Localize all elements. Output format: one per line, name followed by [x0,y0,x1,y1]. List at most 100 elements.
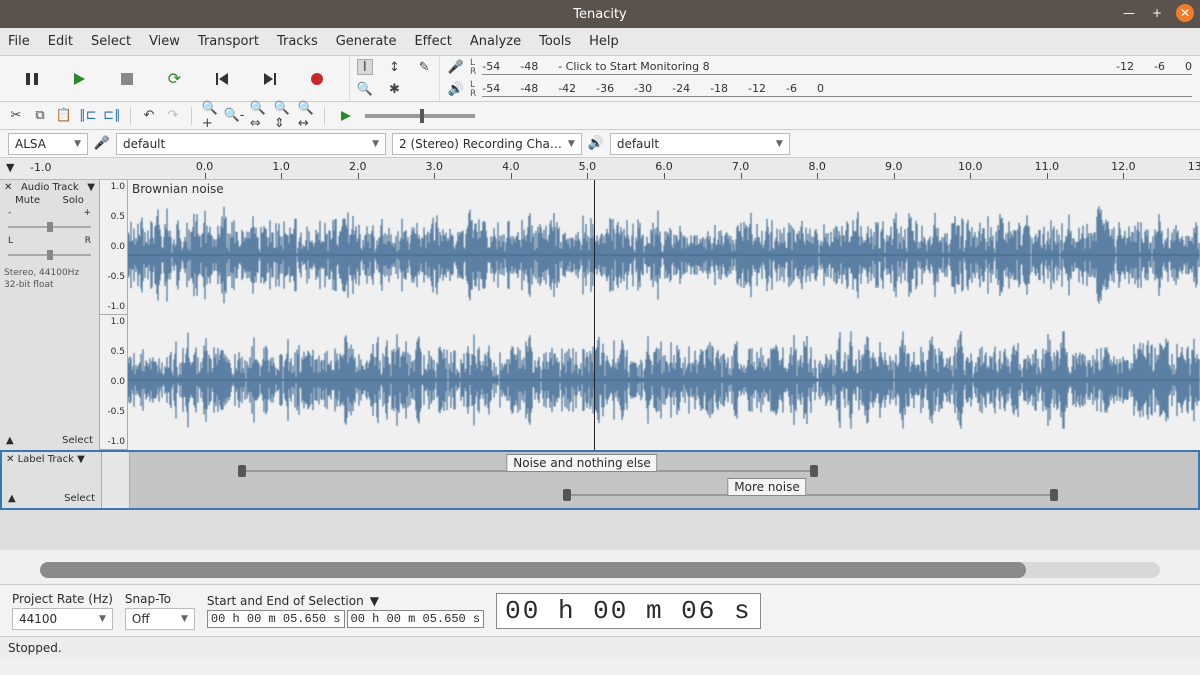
multi-tool-icon[interactable]: ✱ [386,82,402,98]
track-select-button[interactable]: Select [62,435,93,446]
label-track-select-button[interactable]: Select [64,493,95,504]
selection-toolbar: Project Rate (Hz) 44100▼ Snap-To Off▼ St… [0,584,1200,636]
selection-tool-icon[interactable]: I [357,59,373,75]
status-text: Stopped. [8,641,62,655]
label-region-1[interactable]: Noise and nothing else [242,470,814,472]
menu-edit[interactable]: Edit [48,34,73,49]
playback-device-combo[interactable]: default▼ [610,133,790,155]
horizontal-scrollbar[interactable] [40,562,1160,578]
track-name[interactable]: Audio Track [21,182,79,193]
track-close-icon[interactable]: ✕ [4,182,12,193]
label-track-close-icon[interactable]: ✕ [6,454,14,465]
trim-icon[interactable]: ∥⊏ [80,108,96,124]
rec-meter-lr: LR [470,59,476,77]
recording-device-combo[interactable]: default▼ [116,133,386,155]
play-speed-slider[interactable] [365,114,475,118]
envelope-tool-icon[interactable]: ↕ [386,59,402,75]
minimize-button[interactable]: — [1120,4,1138,22]
label-track-control-panel[interactable]: ✕ Label Track ▼ ▲ Select [2,452,102,508]
solo-button[interactable]: Solo [62,195,83,206]
skip-end-button[interactable] [259,68,281,90]
label-text-1[interactable]: Noise and nothing else [506,454,657,472]
timeline-ruler[interactable]: ▼ -1.0 0.01.02.03.04.05.06.07.08.09.010.… [0,158,1200,180]
project-rate-label: Project Rate (Hz) [12,592,113,606]
label-track-area[interactable]: Noise and nothing else More noise [130,452,1198,508]
selection-label[interactable]: Start and End of Selection [207,594,364,608]
project-rate-combo[interactable]: 44100▼ [12,608,113,630]
paste-icon[interactable]: 📋 [56,108,72,124]
loop-button[interactable]: ⟳ [163,68,185,90]
mute-button[interactable]: Mute [15,195,40,206]
audio-position-display[interactable]: 00 h 00 m 06 s [496,593,760,629]
redo-icon[interactable]: ↷ [165,108,181,124]
playback-meter[interactable]: -54 -48 -42 -36 -30 -24 -18 -12 -6 0 [482,82,1192,97]
clip-title[interactable]: Brownian noise [132,182,224,196]
titlebar: Tenacity — + ✕ [0,0,1200,28]
zoom-out-icon[interactable]: 🔍- [226,108,242,124]
draw-tool-icon[interactable]: ✎ [416,59,432,75]
playhead-cursor[interactable] [594,180,595,450]
menu-file[interactable]: File [8,34,30,49]
record-button[interactable] [306,68,328,90]
device-toolbar: ALSA▼ 🎤 default▼ 2 (Stereo) Recording Ch… [0,130,1200,158]
close-button[interactable]: ✕ [1176,4,1194,22]
menu-tools[interactable]: Tools [539,34,571,49]
speaker-icon[interactable]: 🔊 [448,82,464,98]
selection-end-input[interactable]: 00 h 00 m 05.650 s [347,610,485,628]
menu-generate[interactable]: Generate [336,34,397,49]
selection-start-input[interactable]: 00 h 00 m 05.650 s [207,610,345,628]
track-collapse-icon[interactable]: ▲ [6,435,14,446]
track-format2: 32-bit float [4,280,95,290]
menu-analyze[interactable]: Analyze [470,34,521,49]
menubar: File Edit Select View Transport Tracks G… [0,28,1200,56]
audio-host-combo[interactable]: ALSA▼ [8,133,88,155]
selection-mode-icon[interactable]: ▼ [370,594,379,608]
label-text-2[interactable]: More noise [727,478,806,496]
play-at-speed-button[interactable] [335,105,357,127]
label-track-row: ✕ Label Track ▼ ▲ Select Noise and nothin… [0,450,1200,510]
recording-meter[interactable]: -54 -48 - Click to Start Monitoring 8 -1… [482,60,1192,75]
play-button[interactable] [68,68,90,90]
copy-icon[interactable]: ⧉ [32,108,48,124]
snap-to-label: Snap-To [125,592,195,606]
fit-project-icon[interactable]: 🔍⇕ [274,108,290,124]
menu-tracks[interactable]: Tracks [277,34,318,49]
undo-icon[interactable]: ↶ [141,108,157,124]
mic-device-icon: 🎤 [94,136,110,152]
cut-icon[interactable]: ✂ [8,108,24,124]
maximize-button[interactable]: + [1148,4,1166,22]
status-bar: Stopped. [0,636,1200,658]
speaker-device-icon: 🔊 [588,136,604,152]
fit-selection-icon[interactable]: 🔍⇔ [250,108,266,124]
skip-start-button[interactable] [211,68,233,90]
track-format1: Stereo, 44100Hz [4,268,95,278]
tracks-panel: ✕ Audio Track ▼ Mute Solo -+ LR Stereo, … [0,180,1200,550]
zoom-toggle-icon[interactable]: 🔍↔ [298,108,314,124]
label-track-collapse-icon[interactable]: ▲ [8,493,16,504]
label-track-name[interactable]: Label Track [18,454,74,465]
audio-track-row: ✕ Audio Track ▼ Mute Solo -+ LR Stereo, … [0,180,1200,450]
zoom-in-icon[interactable]: 🔍+ [202,108,218,124]
audio-track-control-panel[interactable]: ✕ Audio Track ▼ Mute Solo -+ LR Stereo, … [0,180,100,450]
label-region-2[interactable]: More noise [567,494,1054,496]
menu-effect[interactable]: Effect [414,34,451,49]
timeline-pin-icon[interactable]: ▼ [6,161,14,174]
mic-icon[interactable]: 🎤 [448,60,464,76]
snap-to-combo[interactable]: Off▼ [125,608,195,630]
track-menu-icon[interactable]: ▼ [87,182,95,193]
recording-channels-combo[interactable]: 2 (Stereo) Recording Cha…▼ [392,133,582,155]
waveform-display[interactable]: Brownian noise [128,180,1200,450]
gain-slider[interactable] [8,222,91,232]
pan-slider[interactable] [8,250,91,260]
menu-help[interactable]: Help [589,34,619,49]
menu-transport[interactable]: Transport [198,34,259,49]
label-track-menu-icon[interactable]: ▼ [77,454,85,465]
zoom-tool-icon[interactable]: 🔍 [357,82,373,98]
stop-button[interactable] [116,68,138,90]
edit-toolbar: ✂ ⧉ 📋 ∥⊏ ⊏∥ ↶ ↷ 🔍+ 🔍- 🔍⇔ 🔍⇕ 🔍↔ [0,102,1200,130]
menu-view[interactable]: View [149,34,180,49]
menu-select[interactable]: Select [91,34,131,49]
pause-button[interactable] [21,68,43,90]
main-toolbar: ⟳ I ↕ ✎ 🔍 ✱ 🎤 LR -54 -48 - Click to Star… [0,56,1200,102]
silence-icon[interactable]: ⊏∥ [104,108,120,124]
